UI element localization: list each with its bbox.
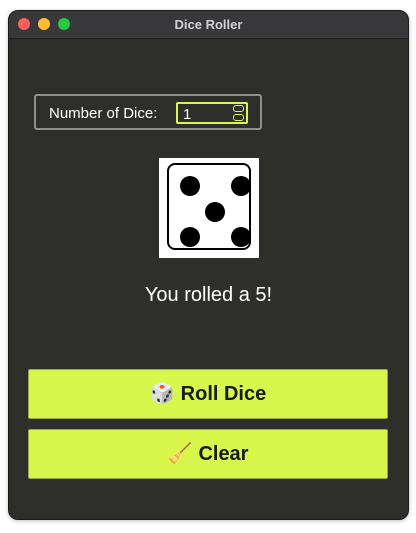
spinbox-arrows <box>233 105 244 121</box>
title-bar: Dice Roller <box>9 11 408 39</box>
increment-arrow-icon[interactable] <box>233 105 244 112</box>
die-pip <box>205 202 225 222</box>
app-window: Dice Roller Number of Dice: 1 You rolled… <box>8 10 409 520</box>
die-display <box>159 158 259 258</box>
clear-button[interactable]: 🧹 Clear <box>28 429 388 479</box>
dice-count-frame: Number of Dice: 1 <box>34 94 262 130</box>
broom-icon: 🧹 <box>167 443 193 465</box>
die-pip <box>231 176 251 196</box>
die-pip <box>231 227 251 247</box>
dice-count-label: Number of Dice: <box>49 105 158 122</box>
roll-dice-button[interactable]: 🎲 Roll Dice <box>28 369 388 419</box>
dice-count-spinbox[interactable]: 1 <box>176 102 248 124</box>
clear-label: Clear <box>198 443 249 465</box>
roll-result-text: You rolled a 5! <box>144 284 273 306</box>
window-title: Dice Roller <box>174 17 243 32</box>
die-pip <box>180 176 200 196</box>
die-face-icon <box>167 163 251 250</box>
dice-count-value[interactable]: 1 <box>183 106 191 123</box>
dice-icon: 🎲 <box>149 383 175 405</box>
die-pip <box>180 227 200 247</box>
roll-dice-label: Roll Dice <box>180 383 267 405</box>
decrement-arrow-icon[interactable] <box>233 114 244 121</box>
